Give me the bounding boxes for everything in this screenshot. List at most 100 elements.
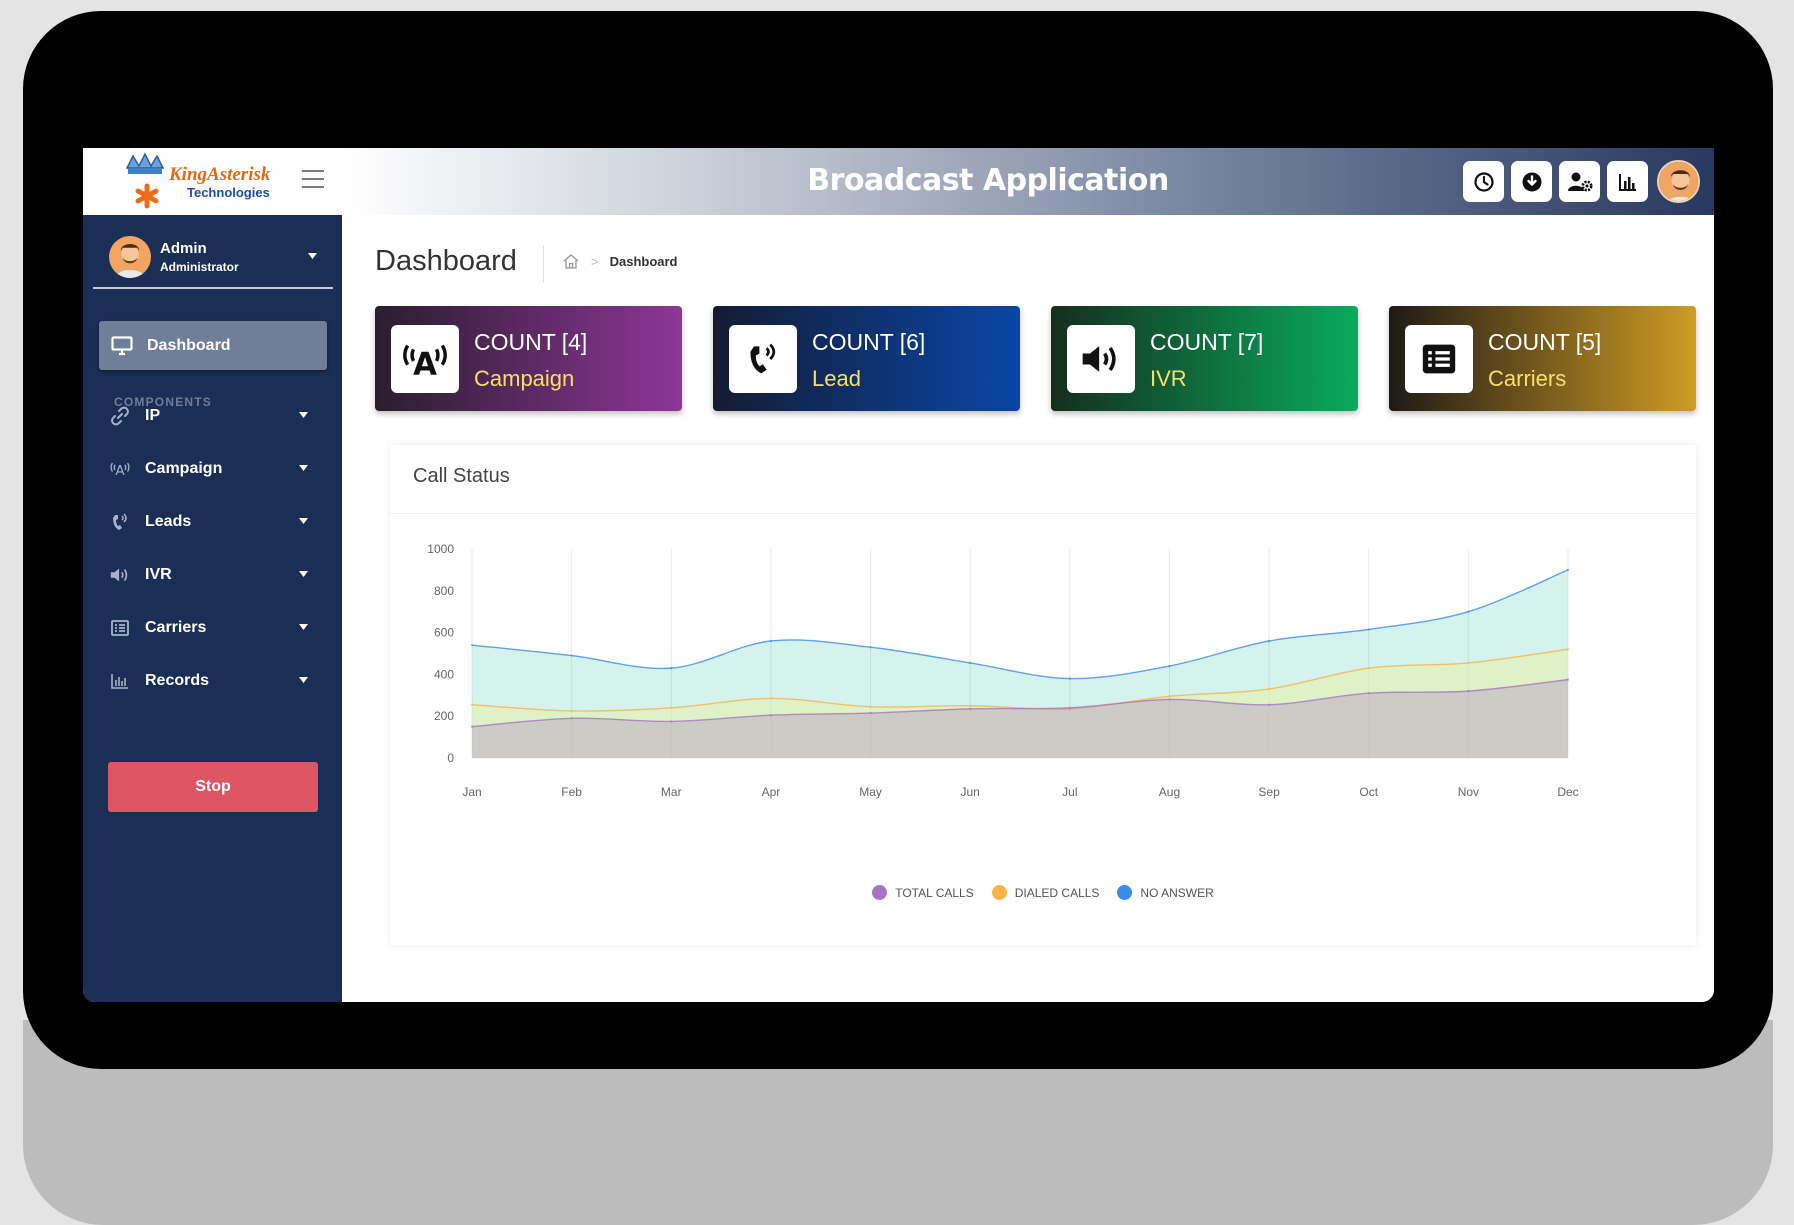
- data-point: [670, 720, 673, 723]
- clock-button[interactable]: [1463, 161, 1504, 202]
- legend-label: NO ANSWER: [1140, 885, 1214, 900]
- phone-icon: [750, 343, 776, 374]
- x-tick-label: Sep: [1258, 785, 1280, 799]
- sidebar-item-label: Carriers: [145, 619, 207, 636]
- user-settings-button[interactable]: [1559, 161, 1600, 202]
- y-tick-label: 600: [434, 626, 454, 640]
- broadcast-icon: A: [403, 344, 447, 381]
- card-label: Lead: [812, 366, 861, 391]
- data-point: [968, 707, 972, 711]
- user-settings-icon: [1567, 172, 1592, 191]
- profile-avatar[interactable]: [1657, 160, 1700, 203]
- card-label: IVR: [1150, 366, 1187, 391]
- ivr-count-card[interactable]: COUNT [7] IVR: [1051, 306, 1358, 411]
- lead-count-card[interactable]: COUNT [6] Lead: [713, 306, 1020, 411]
- user-name: Admin: [160, 239, 207, 257]
- legend-label: DIALED CALLS: [1014, 885, 1100, 900]
- volume-icon: [1082, 346, 1116, 372]
- card-icon-box: A: [391, 325, 459, 393]
- download-icon: [1522, 172, 1541, 191]
- carriers-count-card[interactable]: COUNT [5] Carriers: [1389, 306, 1696, 411]
- data-point: [769, 697, 773, 700]
- sidebar-item-records[interactable]: Records: [109, 661, 312, 701]
- download-button[interactable]: [1511, 161, 1552, 202]
- avatar-image: [109, 236, 151, 278]
- data-point: [570, 654, 573, 657]
- sidebar-item-leads[interactable]: Leads: [109, 502, 312, 542]
- data-point: [570, 709, 573, 713]
- card-count: COUNT [7]: [1150, 329, 1264, 355]
- data-point: [1068, 677, 1072, 680]
- data-point: [1267, 639, 1271, 643]
- card-count: COUNT [6]: [812, 329, 926, 355]
- campaign-count-card[interactable]: A COUNT [4] Campaign: [375, 306, 682, 411]
- monitor-icon: [111, 335, 133, 355]
- data-point: [769, 639, 773, 643]
- home-icon[interactable]: [562, 253, 580, 270]
- x-tick-label: Feb: [561, 785, 582, 799]
- chart-legend: TOTAL CALLS DIALED CALLS NO ANSWER: [390, 885, 1696, 900]
- svg-text:A: A: [413, 346, 437, 381]
- data-point: [1267, 703, 1271, 706]
- y-tick-label: 0: [447, 751, 454, 765]
- data-point: [1168, 698, 1171, 701]
- stat-cards: A COUNT [4] Campaign COUNT [6] Lead COUN…: [375, 306, 1696, 411]
- avatar-image: [1659, 162, 1698, 201]
- logo-name: KingAsterisk: [169, 163, 271, 185]
- card-label: Carriers: [1488, 366, 1567, 391]
- list-icon: [111, 620, 129, 636]
- menu-toggle-icon[interactable]: [302, 170, 324, 188]
- breadcrumb-separator: >: [591, 254, 599, 269]
- caret-down-icon: [299, 571, 308, 577]
- x-tick-label: Aug: [1159, 785, 1180, 799]
- x-tick-label: Jun: [961, 785, 980, 799]
- sidebar-item-carriers[interactable]: Carriers: [109, 608, 312, 648]
- legend-item-dialed-calls[interactable]: DIALED CALLS: [991, 885, 1100, 900]
- company-logo[interactable]: KingAsterisk Technologies: [123, 151, 271, 212]
- header-band: Broadcast Application: [342, 148, 1714, 215]
- legend-item-no-answer[interactable]: NO ANSWER: [1117, 885, 1214, 900]
- breadcrumb: > Dashboard: [562, 253, 678, 270]
- caret-down-icon: [299, 465, 308, 471]
- caret-down-icon[interactable]: [308, 253, 317, 259]
- sidebar-item-campaign[interactable]: A Campaign: [109, 449, 312, 489]
- page-title: Dashboard: [375, 245, 544, 283]
- data-point: [1168, 664, 1171, 668]
- broadcast-icon: A: [110, 462, 130, 479]
- chart-title: Call Status: [413, 465, 510, 487]
- card-count: COUNT [4]: [474, 329, 588, 355]
- reports-button[interactable]: [1607, 161, 1648, 202]
- list-icon: [1422, 344, 1456, 374]
- clock-icon: [1473, 171, 1494, 192]
- sidebar-item-label: Dashboard: [147, 336, 231, 354]
- call-status-panel: Call Status 0 200 400 600 800 1000 Jan Feb Mar Ap…: [390, 445, 1696, 945]
- legend-dot: [872, 885, 888, 900]
- call-status-chart[interactable]: 0 200 400 600 800 1000 Jan Feb Mar Apr May Jun Jul Au…: [390, 515, 1696, 875]
- data-point: [1467, 610, 1470, 613]
- breadcrumb-current: Dashboard: [609, 254, 678, 269]
- card-count: COUNT [5]: [1488, 329, 1602, 355]
- caret-down-icon: [299, 677, 308, 683]
- stop-button[interactable]: Stop: [108, 762, 318, 812]
- sidebar-item-label: Leads: [145, 513, 192, 530]
- sidebar-item-label: IP: [145, 407, 161, 424]
- user-panel[interactable]: Admin Administrator: [93, 227, 333, 289]
- y-tick-label: 200: [434, 709, 454, 723]
- legend-item-total-calls[interactable]: TOTAL CALLS: [872, 885, 974, 900]
- sidebar-item-ivr[interactable]: IVR: [109, 555, 312, 595]
- x-tick-label: Oct: [1359, 785, 1378, 799]
- sidebar: Admin Administrator Dashboard COMPONENTS…: [83, 215, 342, 1002]
- sidebar-item-ip[interactable]: IP: [109, 396, 312, 436]
- divider: [390, 513, 1696, 514]
- x-tick-label: Nov: [1458, 785, 1479, 799]
- data-point: [869, 705, 872, 708]
- bar-chart-icon: [1618, 173, 1636, 191]
- sidebar-item-label: Campaign: [145, 460, 223, 477]
- y-tick-label: 800: [434, 584, 454, 598]
- app-screen: KingAsterisk Technologies Broadcast Appl…: [83, 148, 1714, 1002]
- caret-down-icon: [299, 412, 308, 418]
- sidebar-item-dashboard[interactable]: Dashboard: [99, 321, 327, 370]
- sidebar-item-label: IVR: [145, 566, 172, 583]
- data-point: [769, 713, 773, 717]
- data-point: [1467, 661, 1470, 665]
